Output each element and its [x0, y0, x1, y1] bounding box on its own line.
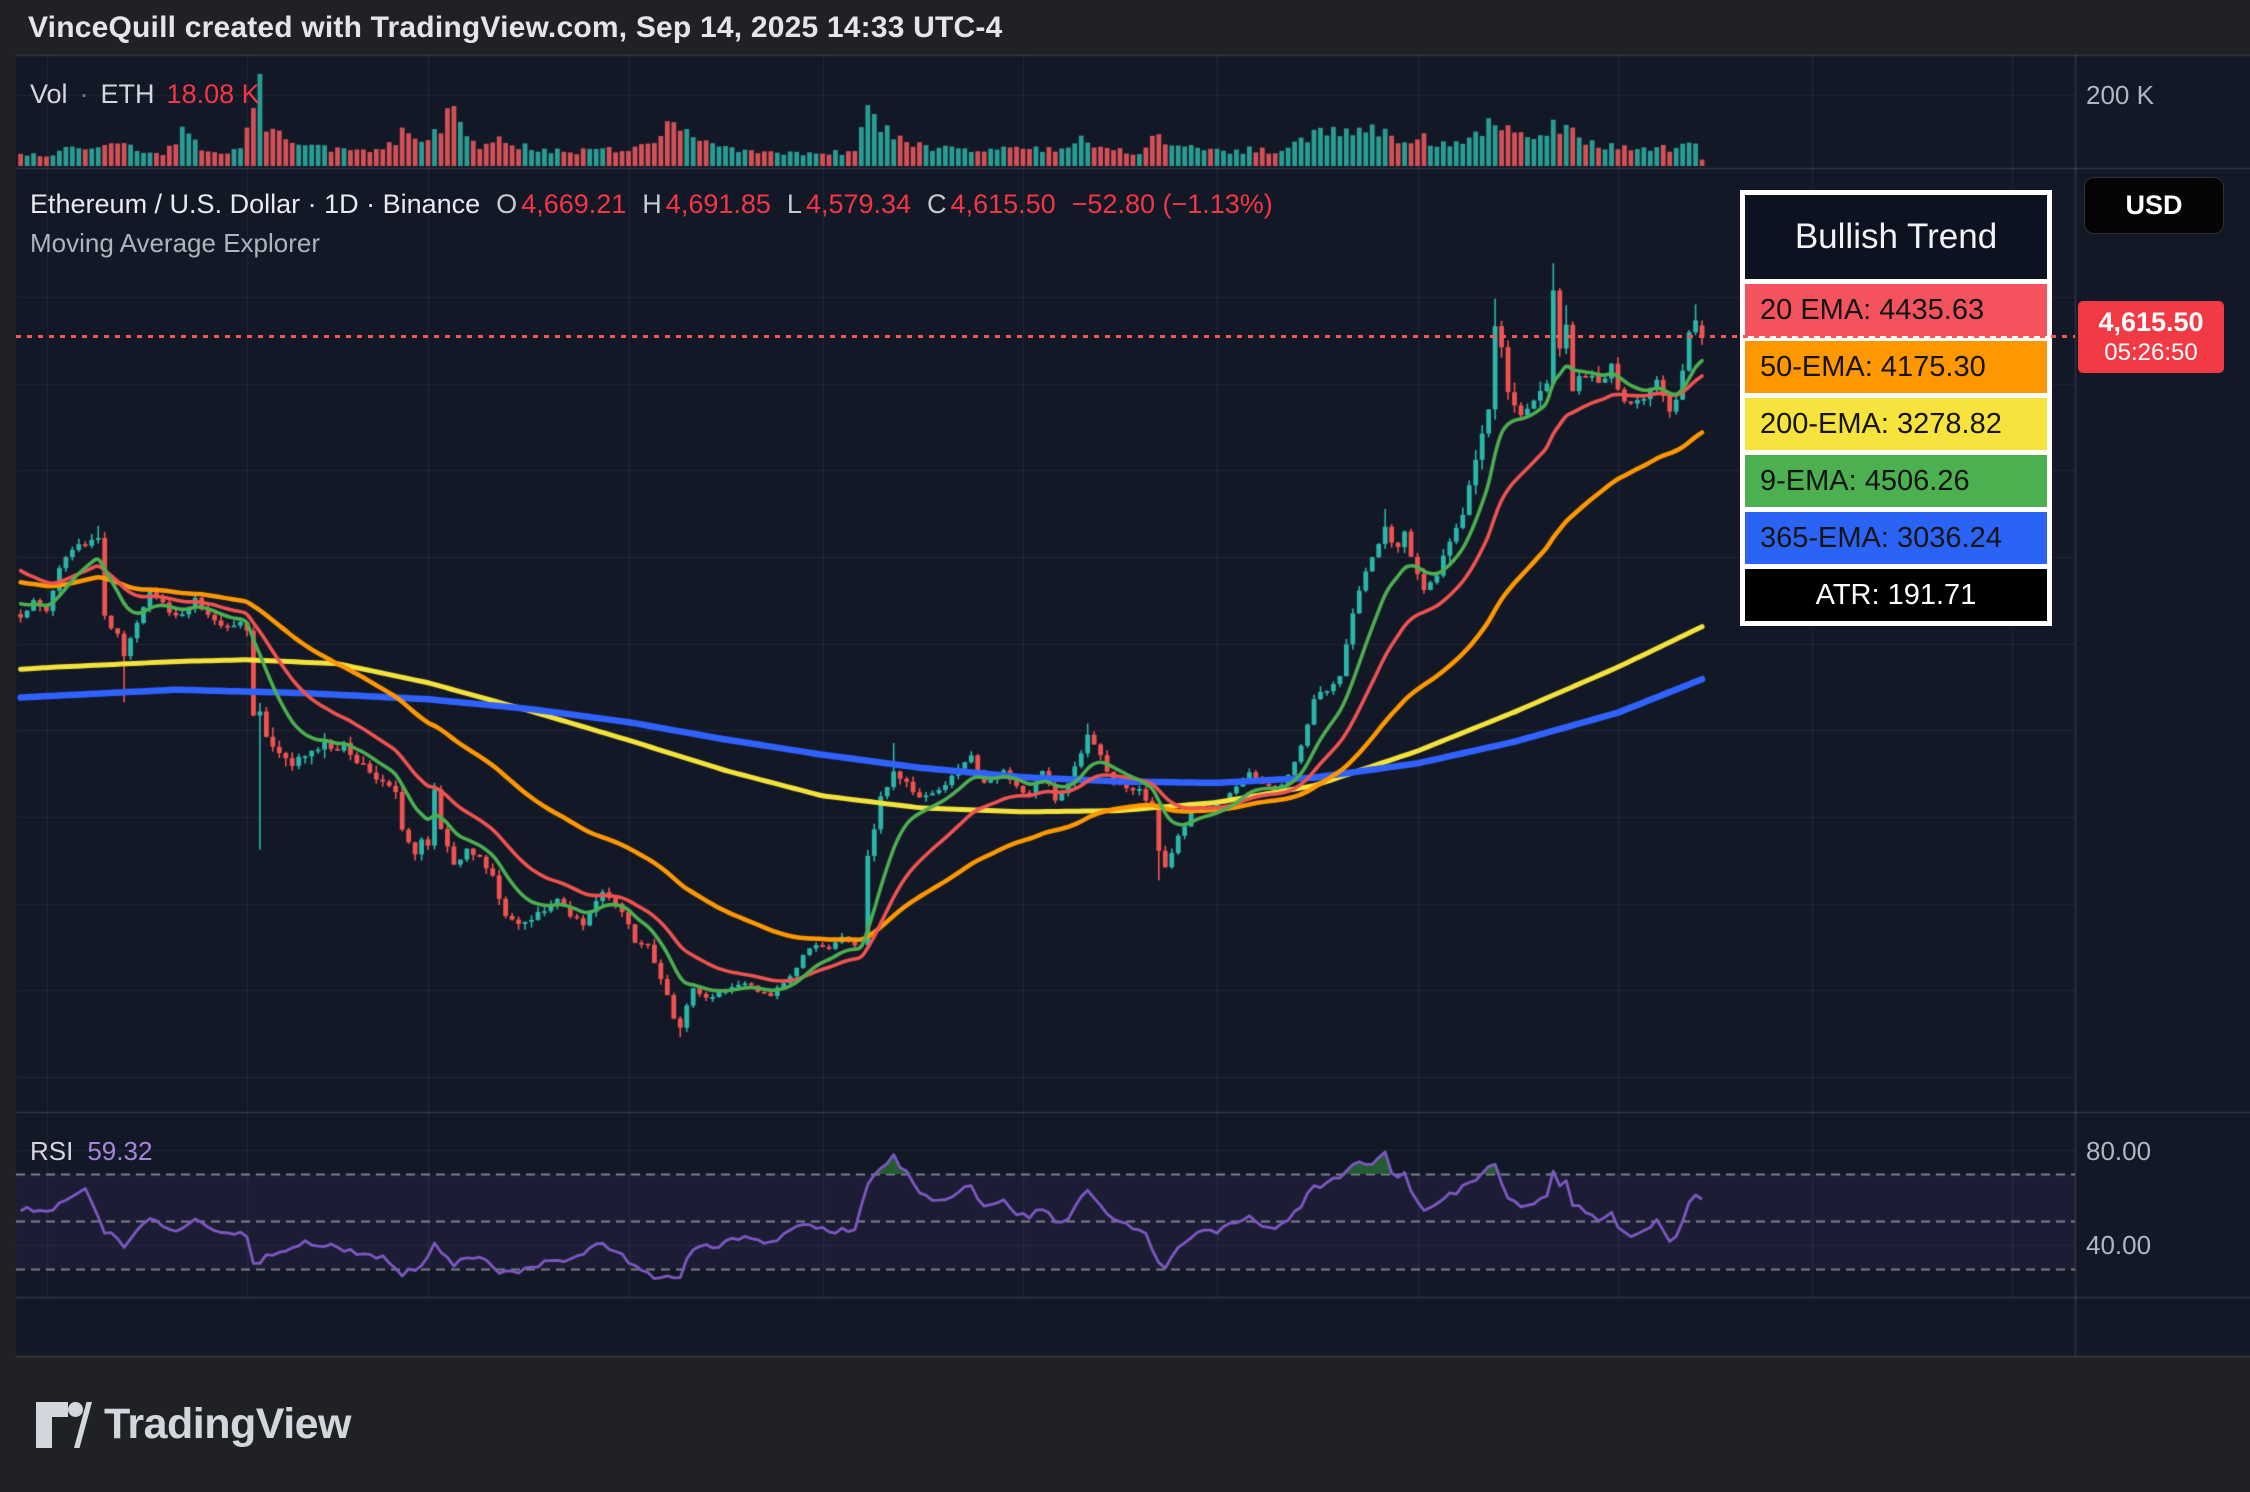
indicator-legend[interactable]: Moving Average Explorer — [30, 228, 320, 259]
volume-axis-tick: 200 K — [2086, 82, 2154, 108]
current-price-line — [16, 335, 2075, 338]
ema200-row: 200-EMA: 3278.82 — [1745, 398, 2047, 450]
high-value: 4,691.85 — [666, 189, 771, 220]
tradingview-logo-text: TradingView — [104, 1400, 351, 1449]
close-letter: C — [927, 189, 947, 220]
currency-toggle-button[interactable]: USD — [2084, 177, 2224, 234]
last-price-badge[interactable]: 4,615.50 05:26:50 — [2078, 301, 2224, 373]
footer-bar: TradingView — [0, 1357, 2250, 1492]
tradingview-chart-app: VinceQuill created with TradingView.com,… — [0, 0, 2250, 1492]
trend-panel-title: Bullish Trend — [1745, 195, 2047, 279]
close-value: 4,615.50 — [951, 189, 1056, 220]
bar-countdown: 05:26:50 — [2104, 339, 2197, 367]
low-letter: L — [787, 189, 802, 220]
last-price-value: 4,615.50 — [2098, 307, 2203, 339]
rsi-axis-tick-80: 80.00 — [2086, 1138, 2151, 1164]
rsi-label: RSI — [30, 1136, 73, 1167]
volume-legend[interactable]: Vol · ETH 18.08 K — [30, 79, 260, 110]
low-value: 4,579.34 — [806, 189, 911, 220]
header-bar: VinceQuill created with TradingView.com,… — [0, 0, 2250, 55]
symbol-title: Ethereum / U.S. Dollar · 1D · Binance — [30, 189, 480, 220]
bullish-trend-panel: Bullish Trend 20 EMA: 4435.63 50-EMA: 41… — [1740, 190, 2052, 626]
ema9-row: 9-EMA: 4506.26 — [1745, 455, 2047, 507]
volume-symbol: ETH — [101, 79, 155, 110]
rsi-axis-tick-40: 40.00 — [2086, 1232, 2151, 1258]
atr-row: ATR: 191.71 — [1745, 569, 2047, 621]
ohlc-high: H 4,691.85 — [642, 189, 771, 220]
ohlc-open: O 4,669.21 — [496, 189, 626, 220]
symbol-legend[interactable]: Ethereum / U.S. Dollar · 1D · Binance O … — [30, 189, 1273, 220]
tradingview-logo-icon — [34, 1400, 92, 1450]
open-value: 4,669.21 — [521, 189, 626, 220]
volume-value: 18.08 K — [167, 79, 260, 110]
rsi-value: 59.32 — [87, 1136, 152, 1167]
ema50-row: 50-EMA: 4175.30 — [1745, 341, 2047, 393]
change-value: −52.80 (−1.13%) — [1072, 189, 1273, 220]
rsi-legend[interactable]: RSI 59.32 — [30, 1136, 152, 1167]
volume-label: Vol — [30, 79, 68, 110]
ohlc-close: C 4,615.50 — [927, 189, 1056, 220]
tradingview-logo[interactable]: TradingView — [34, 1400, 351, 1450]
high-letter: H — [642, 189, 662, 220]
open-letter: O — [496, 189, 517, 220]
volume-separator: · — [80, 79, 89, 110]
ema365-row: 365-EMA: 3036.24 — [1745, 512, 2047, 564]
ema20-row: 20 EMA: 4435.63 — [1745, 284, 2047, 336]
page-title: VinceQuill created with TradingView.com,… — [28, 11, 1002, 45]
ohlc-low: L 4,579.34 — [787, 189, 911, 220]
